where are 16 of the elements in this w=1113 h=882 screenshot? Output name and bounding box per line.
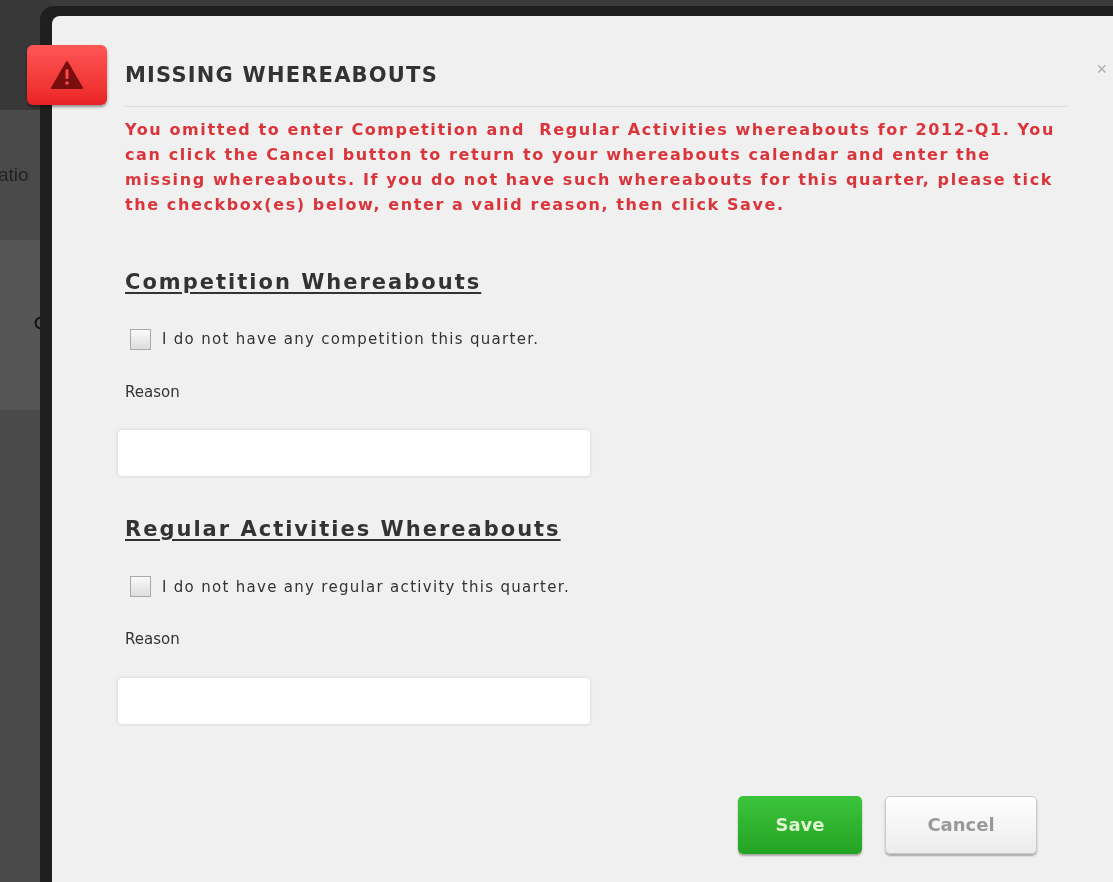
save-button[interactable]: Save xyxy=(738,795,862,854)
checkbox[interactable] xyxy=(130,328,151,350)
checkbox[interactable] xyxy=(130,576,151,598)
reason-field[interactable] xyxy=(118,677,590,724)
warning-message: You omitted to enter Competition and Regular Activities whereabouts for 2012-Q1. You can click the Cancel button to return to your whereabouts calendar and enter the missing whereabouts. If you do not have such whereabouts for this quarter, please tick the checkbox(es) below, enter a valid reason, then click Save. xyxy=(125,118,1056,216)
warning-icon xyxy=(50,60,84,90)
close-button[interactable]: × xyxy=(1096,59,1107,78)
dialog-title: MISSING WHEREABOUTS xyxy=(125,62,438,89)
cancel-button[interactable]: Cancel xyxy=(885,795,1037,854)
checkbox-label: I do not have any competition this quarter. xyxy=(162,329,540,350)
field-label: Reason xyxy=(125,381,180,403)
checkbox-label: I do not have any regular activity this quarter. xyxy=(162,576,570,598)
reason-field[interactable] xyxy=(118,430,590,476)
section-heading: Regular Activities Whereabouts xyxy=(125,517,561,541)
section-heading: Competition Whereabouts xyxy=(125,269,482,294)
field-label: Reason xyxy=(125,629,180,650)
